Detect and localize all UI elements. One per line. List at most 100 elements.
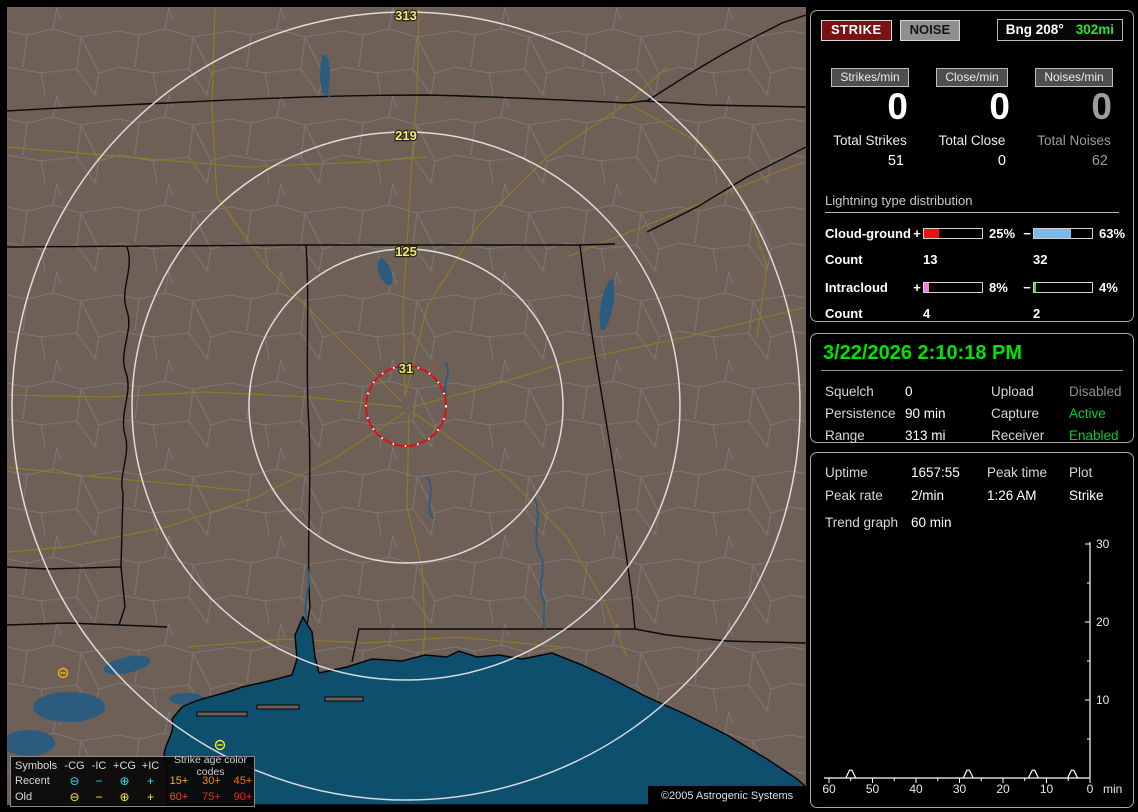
legend-col-nic: -IC xyxy=(91,759,107,772)
status-grid: Uptime 1657:55 Peak time Plot Peak rate … xyxy=(811,453,1133,503)
noise-button[interactable]: NOISE xyxy=(899,19,961,41)
legend-symbols-header: Symbols xyxy=(15,759,58,772)
strikes-column: Strikes/min 0 Total Strikes 51 xyxy=(819,68,921,169)
total-strikes-value: 51 xyxy=(887,152,904,169)
range-label: Range xyxy=(825,428,865,443)
peak-rate-label: Peak rate xyxy=(825,488,883,503)
squelch-value: 0 xyxy=(905,384,913,399)
cg-negative-count: 32 xyxy=(1033,251,1048,267)
ic-positive-pct: 8% xyxy=(989,279,1008,295)
cg-positive-count: 13 xyxy=(923,251,938,267)
svg-text:40: 40 xyxy=(909,782,923,796)
noises-per-min-badge: Noises/min xyxy=(1035,68,1113,87)
svg-text:60: 60 xyxy=(822,782,836,796)
map-legend: Symbols -CG -IC +CG +IC Strike age color… xyxy=(10,753,255,807)
ic-positive-bar xyxy=(923,281,983,293)
legend-col-ncg: -CG xyxy=(64,759,85,772)
upload-label: Upload xyxy=(991,384,1034,399)
svg-text:min: min xyxy=(1103,782,1122,796)
ic-negative-bar xyxy=(1033,281,1093,293)
svg-text:0: 0 xyxy=(1087,782,1094,796)
age-15: 15+ xyxy=(169,775,189,788)
plot-label: Plot xyxy=(1069,465,1093,480)
plus-icon: + xyxy=(146,789,154,804)
bearing-display: Bng 208° 302mi xyxy=(996,19,1123,41)
total-close-value: 0 xyxy=(997,152,1006,169)
circle-minus-icon: ⊖ xyxy=(69,789,80,804)
uptime-label: Uptime xyxy=(825,465,868,480)
count-label: Count xyxy=(825,251,863,267)
minus-sign: − xyxy=(1023,279,1031,295)
status-panel: Uptime 1657:55 Peak time Plot Peak rate … xyxy=(810,452,1134,808)
clock-panel: 3/22/2026 2:10:18 PM Squelch 0 Upload Di… xyxy=(810,333,1134,443)
age-45: 45+ xyxy=(233,775,253,788)
strikes-per-min-value: 0 xyxy=(887,86,908,127)
plus-sign: + xyxy=(913,225,921,241)
minus-icon: − xyxy=(95,774,103,789)
svg-text:10: 10 xyxy=(1040,782,1054,796)
plot-mode-value: Strike xyxy=(1069,488,1104,503)
strikes-per-min-badge: Strikes/min xyxy=(831,68,909,87)
copyright-notice: ©2005 Astrogenic Systems xyxy=(648,786,806,805)
receiver-status: Enabled xyxy=(1069,428,1119,443)
ring-label-219: 219 xyxy=(395,128,417,143)
peak-time-value: 1:26 AM xyxy=(987,488,1037,503)
close-per-min-value: 0 xyxy=(989,86,1010,127)
age-30: 30+ xyxy=(202,775,221,788)
svg-text:20: 20 xyxy=(1096,615,1110,629)
trend-graph: 60 50 40 30 20 10 0 min 10 20 30 xyxy=(822,537,1122,796)
squelch-label: Squelch xyxy=(825,384,874,399)
capture-status: Active xyxy=(1069,406,1106,421)
receiver-label: Receiver xyxy=(991,428,1045,443)
distribution-title: Lightning type distribution xyxy=(825,193,1119,213)
cg-negative-bar xyxy=(1033,227,1093,239)
intracloud-count-row: Count 4 2 xyxy=(825,306,1119,321)
total-noises-value: 62 xyxy=(1091,152,1108,169)
legend-col-pcg: +CG xyxy=(113,759,136,772)
total-close-label: Total Close xyxy=(938,132,1006,148)
bearing-distance: 302mi xyxy=(1075,22,1114,37)
close-column: Close/min 0 Total Close 0 xyxy=(921,68,1023,169)
bearing-value: Bng 208° xyxy=(1005,22,1064,37)
age-60: 60+ xyxy=(169,790,189,803)
cloud-ground-count-row: Count 13 32 xyxy=(825,252,1119,267)
svg-text:10: 10 xyxy=(1096,693,1110,707)
strike-button[interactable]: STRIKE xyxy=(821,19,892,41)
svg-text:50: 50 xyxy=(866,782,880,796)
persistence-label: Persistence xyxy=(825,406,896,421)
ring-label-125: 125 xyxy=(395,244,417,259)
total-strikes-label: Total Strikes xyxy=(833,132,907,148)
age-90: 90+ xyxy=(233,790,253,803)
lightning-distribution: Lightning type distribution Cloud-ground… xyxy=(825,193,1125,321)
ic-negative-count: 2 xyxy=(1033,305,1041,321)
ring-label-31: 31 xyxy=(399,361,413,376)
map-area[interactable]: 313 219 125 31 Symbols -CG -IC +CG +IC S… xyxy=(7,7,806,807)
intracloud-row: Intracloud + 8% − 4% xyxy=(825,280,1119,295)
datetime-display: 3/22/2026 2:10:18 PM xyxy=(823,342,1023,364)
stats-panel: STRIKE NOISE Bng 208° 302mi Strikes/min … xyxy=(810,10,1134,322)
upload-status: Disabled xyxy=(1069,384,1122,399)
minus-sign: − xyxy=(1023,225,1031,241)
cg-positive-pct: 25% xyxy=(989,225,1016,241)
svg-text:30: 30 xyxy=(1096,537,1110,551)
plus-icon: + xyxy=(146,774,154,789)
capture-label: Capture xyxy=(991,406,1040,421)
legend-old-label: Old xyxy=(15,790,33,803)
range-value: 313 mi xyxy=(905,428,946,443)
noises-column: Noises/min 0 Total Noises 62 xyxy=(1023,68,1125,169)
cloud-ground-label: Cloud-ground xyxy=(825,225,911,241)
map-svg[interactable]: 313 219 125 31 xyxy=(7,7,806,805)
ic-negative-pct: 4% xyxy=(1099,279,1118,295)
noises-per-min-value: 0 xyxy=(1091,86,1112,127)
cg-positive-bar xyxy=(923,227,983,239)
trend-graph-label: Trend graph xyxy=(825,515,899,530)
cloud-ground-row: Cloud-ground + 25% − 63% xyxy=(825,225,1125,241)
peak-rate-value: 2/min xyxy=(911,488,945,503)
intracloud-label: Intracloud xyxy=(825,279,888,295)
minus-icon: − xyxy=(95,789,103,804)
age-75: 75+ xyxy=(202,790,221,803)
ring-label-313: 313 xyxy=(395,8,417,23)
ic-positive-count: 4 xyxy=(923,305,931,321)
legend-age-header: Strike age color codes xyxy=(174,753,247,778)
svg-text:20: 20 xyxy=(996,782,1010,796)
